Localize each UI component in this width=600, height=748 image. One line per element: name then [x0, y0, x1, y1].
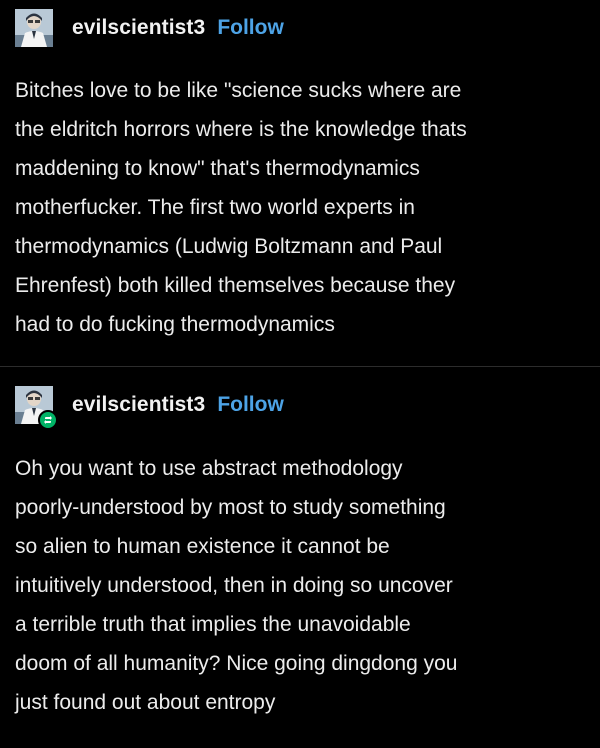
post-body-line: had to do fucking thermodynamics — [15, 313, 335, 336]
post-body-line: intuitively understood, then in doing so… — [15, 574, 453, 597]
post-body: Bitches love to be like "science sucks w… — [15, 71, 590, 344]
post-body-line: Oh you want to use abstract methodology — [15, 457, 403, 480]
post-body-line: doom of all humanity? Nice going dingdon… — [15, 652, 458, 675]
post-body-line: motherfucker. The first two world expert… — [15, 196, 415, 219]
post-body-line: Ehrenfest) both killed themselves becaus… — [15, 274, 456, 297]
avatar[interactable] — [15, 386, 58, 430]
username[interactable]: evilscientist3 — [72, 16, 205, 40]
post-body-line: just found out about entropy — [15, 691, 276, 714]
username[interactable]: evilscientist3 — [72, 393, 205, 417]
post-body-line: so alien to human existence it cannot be — [15, 535, 390, 558]
post-body-line: a terrible truth that implies the unavoi… — [15, 613, 411, 636]
post-body-line: poorly-understood by most to study somet… — [15, 496, 446, 519]
post-header: evilscientist3 Follow — [15, 386, 284, 430]
post-header: evilscientist3 Follow — [15, 9, 284, 47]
post-body-line: maddening to know" that's thermodynamics — [15, 157, 420, 180]
post-body-line: the eldritch horrors where is the knowle… — [15, 118, 467, 141]
follow-button[interactable]: Follow — [217, 16, 284, 40]
follow-button[interactable]: Follow — [217, 393, 284, 417]
post-reblog: evilscientist3 Follow Oh you want to use… — [0, 367, 600, 748]
post-body-line: Bitches love to be like "science sucks w… — [15, 79, 462, 102]
scientist-avatar-icon — [15, 9, 53, 47]
reblog-icon — [38, 410, 58, 430]
post-original: evilscientist3 Follow Bitches love to be… — [0, 0, 600, 367]
post-body: Oh you want to use abstract methodology … — [15, 449, 590, 722]
avatar[interactable] — [15, 9, 53, 47]
post-body-line: thermodynamics (Ludwig Boltzmann and Pau… — [15, 235, 443, 258]
